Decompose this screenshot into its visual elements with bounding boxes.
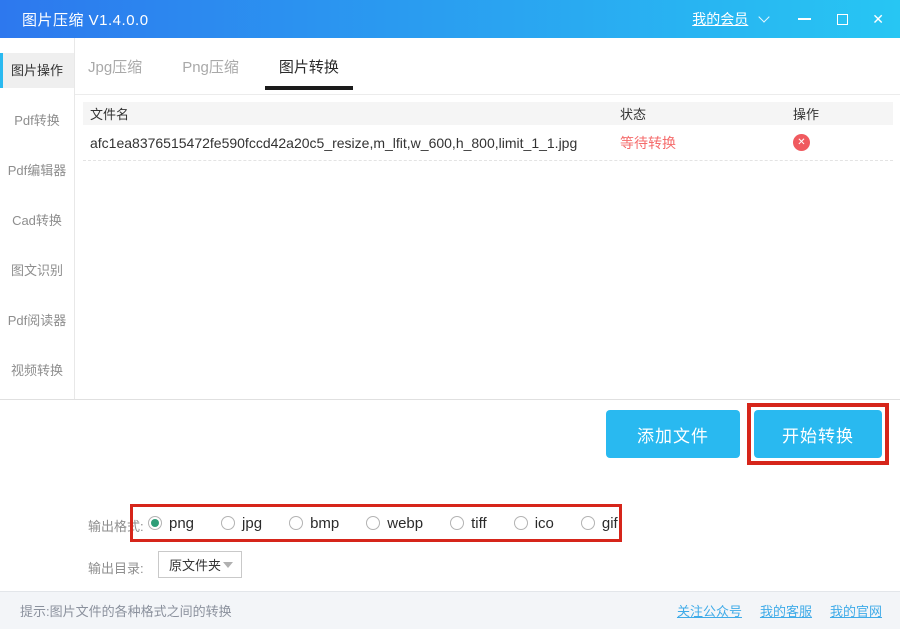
sidebar-item-image-ops[interactable]: 图片操作 — [0, 53, 74, 88]
output-dir-label: 输出目录: — [88, 558, 144, 577]
status-badge: 等待转换 — [620, 133, 793, 153]
output-dir-value: 原文件夹 — [169, 555, 221, 574]
sidebar-item-video-convert[interactable]: 视频转换 — [0, 353, 74, 388]
table-row: afc1ea8376515472fe590fccd42a20c5_resize,… — [83, 125, 893, 161]
annotation-start-convert-highlight: 开始转换 — [747, 403, 889, 465]
action-cell: ✕ — [793, 134, 893, 151]
radio-label: png — [169, 515, 194, 532]
link-follow-wechat[interactable]: 关注公众号 — [677, 601, 742, 620]
sidebar-item-cad-convert[interactable]: Cad转换 — [0, 203, 74, 238]
output-dir-select[interactable]: 原文件夹 — [158, 551, 242, 578]
output-format-radio-group: png jpg bmp webp tiff ico — [148, 510, 618, 536]
app-title: 图片压缩 V1.4.0.0 — [22, 9, 149, 30]
radio-jpg[interactable]: jpg — [221, 515, 262, 532]
minimize-icon[interactable] — [798, 18, 811, 20]
radio-webp[interactable]: webp — [366, 515, 423, 532]
file-table: 文件名 状态 操作 afc1ea8376515472fe590fccd42a20… — [83, 102, 893, 161]
start-convert-button[interactable]: 开始转换 — [754, 410, 882, 458]
app-body: 图片操作 Pdf转换 Pdf编辑器 Cad转换 图文识别 Pdf阅读器 视频转换… — [0, 38, 900, 400]
sidebar-item-pdf-editor[interactable]: Pdf编辑器 — [0, 153, 74, 188]
tab-png-compress[interactable]: Png压缩 — [182, 38, 239, 94]
tab-image-convert[interactable]: 图片转换 — [279, 38, 339, 94]
radio-circle-icon — [221, 516, 235, 530]
app-window: 图片压缩 V1.4.0.0 我的会员 ✕ 图片操作 Pdf转换 Pdf编辑器 C… — [0, 0, 900, 630]
link-official-site[interactable]: 我的官网 — [830, 601, 882, 620]
lower-section: 添加文件 开始转换 输出格式: png jpg bmp webp — [0, 400, 900, 591]
header-filename: 文件名 — [83, 104, 620, 123]
radio-ico[interactable]: ico — [514, 515, 554, 532]
close-icon[interactable]: ✕ — [872, 12, 884, 26]
radio-circle-icon — [581, 516, 595, 530]
radio-label: ico — [535, 515, 554, 532]
radio-label: tiff — [471, 515, 487, 532]
status-bar: 提示:图片文件的各种格式之间的转换 关注公众号 我的客服 我的官网 — [0, 591, 900, 629]
sidebar-item-pdf-convert[interactable]: Pdf转换 — [0, 103, 74, 138]
radio-tiff[interactable]: tiff — [450, 515, 487, 532]
tab-bar: Jpg压缩 Png压缩 图片转换 — [75, 38, 900, 95]
caret-down-icon — [223, 562, 233, 568]
radio-png[interactable]: png — [148, 515, 194, 532]
titlebar-controls: 我的会员 ✕ — [692, 9, 884, 29]
radio-circle-icon — [148, 516, 162, 530]
status-links: 关注公众号 我的客服 我的官网 — [677, 601, 882, 620]
radio-circle-icon — [289, 516, 303, 530]
remove-file-icon[interactable]: ✕ — [793, 134, 810, 151]
header-status: 状态 — [620, 104, 793, 123]
radio-label: jpg — [242, 515, 262, 532]
radio-gif[interactable]: gif — [581, 515, 618, 532]
link-customer-service[interactable]: 我的客服 — [760, 601, 812, 620]
member-link[interactable]: 我的会员 — [692, 9, 748, 29]
radio-circle-icon — [366, 516, 380, 530]
sidebar-item-ocr[interactable]: 图文识别 — [0, 253, 74, 288]
file-name: afc1ea8376515472fe590fccd42a20c5_resize,… — [83, 135, 620, 151]
maximize-icon[interactable] — [837, 14, 848, 25]
radio-label: webp — [387, 515, 423, 532]
title-bar: 图片压缩 V1.4.0.0 我的会员 ✕ — [0, 0, 900, 38]
sidebar-item-pdf-reader[interactable]: Pdf阅读器 — [0, 303, 74, 338]
status-tip: 提示:图片文件的各种格式之间的转换 — [20, 601, 232, 620]
radio-circle-icon — [514, 516, 528, 530]
radio-label: bmp — [310, 515, 339, 532]
radio-circle-icon — [450, 516, 464, 530]
add-files-button[interactable]: 添加文件 — [606, 410, 740, 458]
output-format-label: 输出格式: — [88, 516, 144, 535]
tab-jpg-compress[interactable]: Jpg压缩 — [88, 38, 142, 94]
header-action: 操作 — [793, 104, 893, 123]
radio-label: gif — [602, 515, 618, 532]
table-header: 文件名 状态 操作 — [83, 102, 893, 125]
main-panel: Jpg压缩 Png压缩 图片转换 文件名 状态 操作 afc1ea8376515… — [75, 38, 900, 399]
radio-bmp[interactable]: bmp — [289, 515, 339, 532]
chevron-down-icon[interactable] — [759, 11, 770, 22]
sidebar: 图片操作 Pdf转换 Pdf编辑器 Cad转换 图文识别 Pdf阅读器 视频转换 — [0, 38, 75, 399]
